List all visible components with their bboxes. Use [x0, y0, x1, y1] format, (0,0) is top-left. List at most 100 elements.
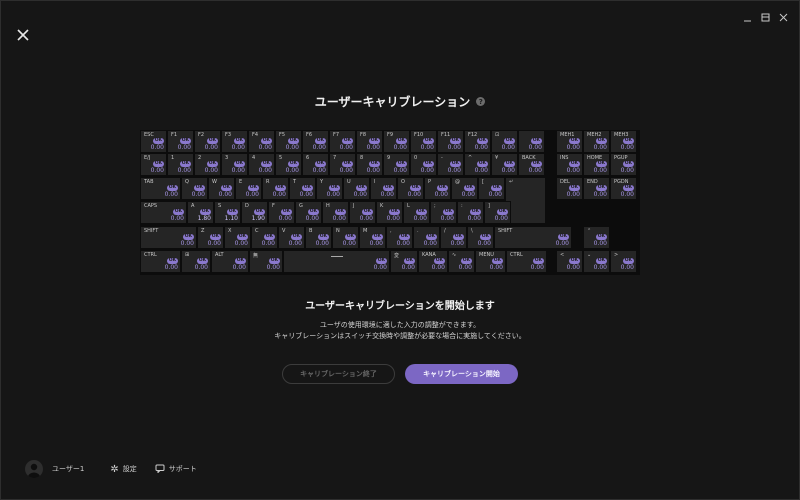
key-value: 0.00	[620, 191, 634, 198]
key-変: 変 OK 0.00	[390, 250, 418, 273]
key-value: 0.00	[204, 144, 218, 151]
key-<: < OK 0.00	[556, 250, 583, 273]
key-label: 6	[306, 155, 310, 161]
key-label: CTRL	[510, 252, 523, 258]
key-value: 0.00	[447, 144, 461, 151]
key-H: H OK 0.00	[322, 201, 349, 224]
key-V: V OK 0.00	[278, 226, 305, 249]
key-label: ;	[434, 203, 436, 209]
key-E/J: E/J OK 0.00	[140, 153, 167, 176]
key-⌄: ⌄ OK 0.00	[583, 250, 610, 273]
key-label: ↵	[509, 179, 514, 185]
user-name[interactable]: ユーザー1	[52, 464, 84, 474]
close-icon[interactable]	[14, 26, 32, 44]
key-label: F3	[225, 132, 232, 138]
end-calibration-button[interactable]: キャリブレーション終了	[282, 364, 395, 384]
key-value: 0.00	[420, 144, 434, 151]
key-value: 0.00	[177, 167, 191, 174]
help-icon[interactable]: ?	[476, 97, 486, 106]
key-value: 0.00	[285, 144, 299, 151]
key-value: 0.00	[272, 191, 286, 198]
key-3: 3 OK 0.00	[221, 153, 248, 176]
key-]: ] OK 0.00	[484, 201, 511, 224]
key-label: Z	[201, 228, 205, 234]
key-value: 1.10	[224, 215, 238, 222]
key-value: 0.00	[359, 215, 373, 222]
key-SHIFT: SHIFT OK 0.00	[140, 226, 197, 249]
key-value: 1.90	[251, 215, 265, 222]
avatar[interactable]	[25, 460, 43, 478]
key-label: B	[309, 228, 313, 234]
key-value: 0.00	[434, 191, 448, 198]
key-label: X	[228, 228, 232, 234]
key-8: 8 OK 0.00	[356, 153, 383, 176]
key-label: ALT	[215, 252, 224, 258]
key-value: 0.00	[450, 240, 464, 247]
key-label: ¥	[495, 155, 499, 161]
key-F4: F4 OK 0.00	[248, 130, 275, 153]
window-close-icon[interactable]	[776, 10, 790, 24]
key-label: A	[191, 203, 195, 209]
page-title: ユーザーキャリブレーション	[314, 95, 471, 109]
key-⌃: ⌃ OK 0.00	[583, 226, 610, 249]
key-value: 0.00	[393, 144, 407, 151]
key-label: TAB	[144, 179, 154, 185]
key-value: 0.00	[339, 167, 353, 174]
key-label: INS	[560, 155, 569, 161]
minimize-icon[interactable]	[740, 10, 754, 24]
key-label: F1	[171, 132, 178, 138]
key-label: T	[293, 179, 297, 185]
key-value: 0.00	[528, 167, 542, 174]
key-value: 0.00	[458, 264, 472, 271]
key-L: L OK 0.00	[403, 201, 430, 224]
key-label: G	[299, 203, 303, 209]
key-value: 0.00	[396, 240, 410, 247]
key-↵: ↵	[505, 177, 546, 224]
key-value: 0.00	[234, 240, 248, 247]
key-Q: Q OK 0.00	[181, 177, 208, 200]
key-value: 0.00	[566, 167, 580, 174]
key-value: 0.00	[258, 167, 272, 174]
key-TAB: TAB OK 0.00	[140, 177, 181, 200]
key-label: E	[239, 179, 243, 185]
key-value: 0.00	[413, 215, 427, 222]
key-label: E/J	[144, 155, 151, 161]
support-link[interactable]: サポート	[155, 464, 197, 475]
key-label: ∿	[452, 252, 457, 258]
key-label: 5	[279, 155, 283, 161]
maximize-icon[interactable]	[758, 10, 772, 24]
key-label: ^	[468, 155, 473, 161]
key-value: 0.00	[461, 191, 475, 198]
key-F1: F1 OK 0.00	[167, 130, 194, 153]
start-calibration-button[interactable]: キャリブレーション開始	[405, 364, 518, 384]
key-label: K	[380, 203, 384, 209]
key-label: F8	[360, 132, 367, 138]
key-blank: OK 0.00	[518, 130, 545, 153]
key-value: 0.00	[447, 167, 461, 174]
key-D: D OK 1.90	[241, 201, 268, 224]
key-B: B OK 0.00	[305, 226, 332, 249]
key-F9: F9 OK 0.00	[383, 130, 410, 153]
key-label: 7	[333, 155, 337, 161]
key-value: 0.00	[528, 144, 542, 151]
key-value: 0.00	[380, 191, 394, 198]
key-value: 0.00	[150, 167, 164, 174]
key-value: 0.00	[231, 167, 245, 174]
key-value: 0.00	[393, 167, 407, 174]
key-F11: F11 OK 0.00	[437, 130, 464, 153]
key-value: 0.00	[488, 191, 502, 198]
key-label: 4	[252, 155, 256, 161]
key-value: 0.00	[467, 215, 481, 222]
key-value: 0.00	[315, 240, 329, 247]
key-1: 1 OK 0.00	[167, 153, 194, 176]
key-6: 6 OK 0.00	[302, 153, 329, 176]
settings-link[interactable]: ✲ 設定	[110, 464, 136, 475]
key-value: 0.00	[386, 215, 400, 222]
key-value: 0.00	[620, 167, 634, 174]
key-value: 0.00	[150, 144, 164, 151]
key-label: C	[255, 228, 259, 234]
key-CTRL: CTRL OK 0.00	[506, 250, 547, 273]
key-value: 0.00	[407, 191, 421, 198]
key-CAPS: CAPS OK 0.00	[140, 201, 187, 224]
key-無: 無 OK 0.00	[249, 250, 283, 273]
